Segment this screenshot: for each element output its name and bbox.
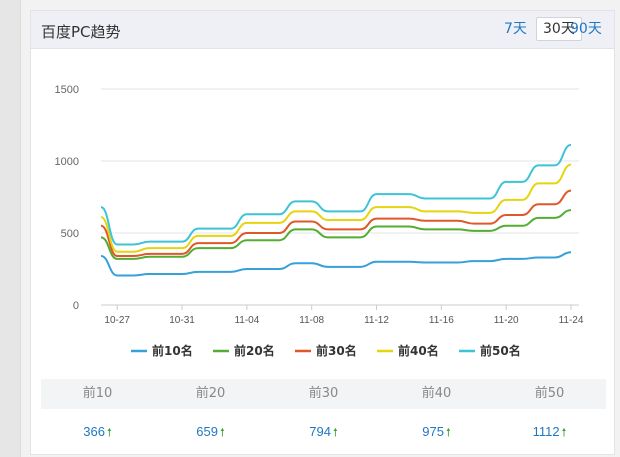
stats-header-row: 前10 前20 前30 前40 前50 [41, 379, 606, 409]
stats-cell-top20: 659 🠕 [154, 409, 267, 454]
x-tick-label: 11-08 [299, 315, 324, 326]
range-7-days-button[interactable]: 7天 [498, 17, 533, 41]
series-line-3 [100, 189, 572, 258]
x-tick-label: 11-20 [494, 315, 519, 326]
stats-cell-top40: 975 🠕 [380, 409, 493, 454]
stats-header-top10: 前10 [82, 386, 113, 401]
stats-table: 前10 前20 前30 前40 前50 366 🠕 659 🠕 794 🠕 975 🠕 … [41, 379, 606, 454]
stats-header-top50: 前50 [534, 386, 565, 401]
arrow-up-icon: 🠕 [332, 427, 338, 439]
stats-header-top30: 前30 [308, 386, 339, 401]
y-tick-label: 0 [73, 300, 79, 312]
panel-title: 百度PC趋势 [41, 23, 121, 41]
x-tick-label: 11-12 [364, 315, 389, 326]
range-90-days-button[interactable]: 90天 [564, 17, 608, 41]
stats-header-top20: 前20 [195, 386, 226, 401]
y-tick-label: 1500 [55, 84, 79, 96]
legend-label: 前20名 [234, 343, 275, 358]
stats-value-row: 366 🠕 659 🠕 794 🠕 975 🠕 1112 🠕 [41, 409, 606, 454]
stats-value-top40[interactable]: 975 [422, 424, 444, 439]
legend-label: 前40名 [398, 343, 439, 358]
arrow-up-icon: 🠕 [445, 427, 451, 439]
stats-cell-top10: 366 🠕 [41, 409, 154, 454]
y-tick-label: 500 [61, 228, 79, 240]
legend-label: 前30名 [316, 343, 357, 358]
x-tick-label: 11-24 [559, 315, 584, 326]
arrow-up-icon: 🠕 [561, 427, 567, 439]
x-tick-label: 11-16 [429, 315, 454, 326]
stats-value-top10[interactable]: 366 [83, 424, 105, 439]
left-sidebar-edge [0, 0, 21, 457]
y-tick-label: 1000 [55, 156, 79, 168]
panel-header: 百度PC趋势 7天 30天 90天 [31, 11, 614, 49]
arrow-up-icon: 🠕 [219, 427, 225, 439]
arrow-up-icon: 🠕 [106, 427, 112, 439]
stats-value-top20[interactable]: 659 [196, 424, 218, 439]
stats-value-top30[interactable]: 794 [309, 424, 331, 439]
x-tick-label: 10-27 [104, 315, 130, 326]
x-tick-label: 10-31 [169, 315, 195, 326]
legend-label: 前50名 [480, 343, 521, 358]
stats-value-top50[interactable]: 1112 [533, 424, 560, 439]
stats-header-top40: 前40 [421, 386, 452, 401]
legend-label: 前10名 [152, 343, 193, 358]
series-line-4 [100, 163, 572, 253]
stats-cell-top30: 794 🠕 [267, 409, 380, 454]
trend-line-chart: 0 500 1000 1500 10-27 10-31 11-04 11-08 11-12 11-… [55, 84, 584, 358]
stats-cell-top50: 1112 🠕 [493, 409, 606, 454]
x-tick-label: 11-04 [234, 315, 259, 326]
trend-panel: 百度PC趋势 7天 30天 90天 0 500 1000 1500 10-27 10-31… [30, 10, 615, 455]
